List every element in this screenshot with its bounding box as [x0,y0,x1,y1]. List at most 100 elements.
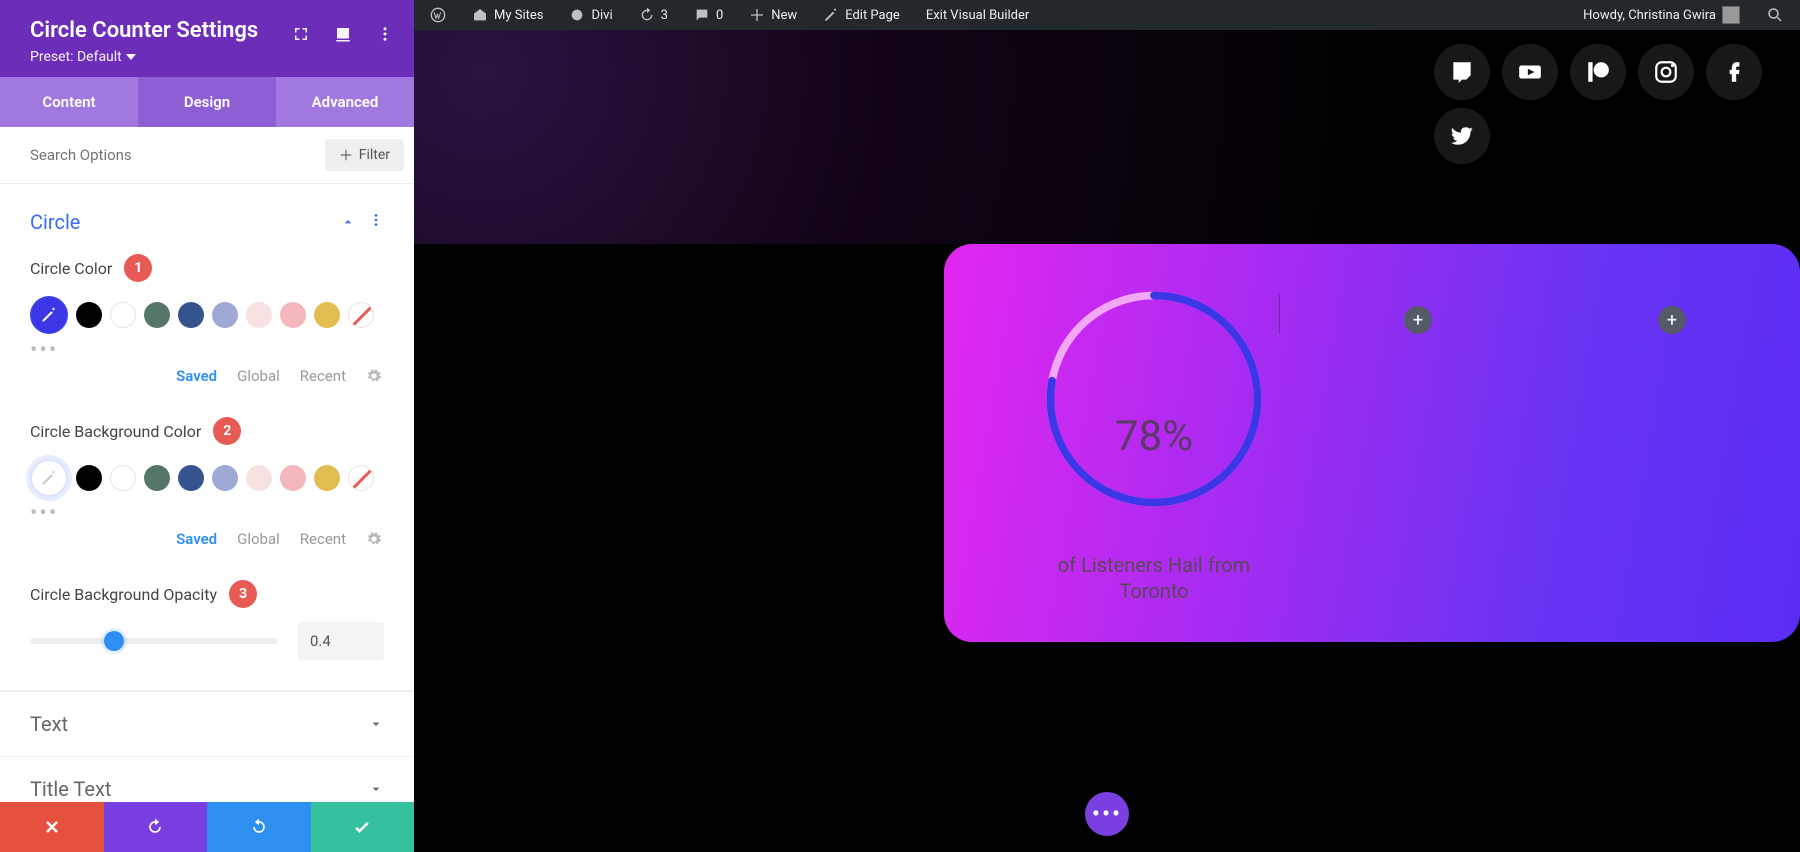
gradient-section: + + 78% of Listeners Hail from Toronto [944,244,1800,642]
settings-panel: Circle Counter Settings Preset: Default … [0,0,414,852]
palette-tabs-1: Saved Global Recent [30,367,384,385]
section-text-title: Text [30,712,368,736]
divi-fab-icon[interactable]: ••• [1085,792,1129,836]
search-icon[interactable] [1758,6,1792,24]
expand-icon[interactable] [292,25,310,47]
add-module-button[interactable]: + [1658,306,1686,334]
section-title-text-header[interactable]: Title Text [0,756,414,802]
swatch-none[interactable] [348,302,374,328]
filter-button[interactable]: Filter [325,139,404,171]
filter-label: Filter [359,147,390,163]
undo-button[interactable] [104,802,208,852]
color-picker-icon[interactable] [30,459,68,497]
divi-link[interactable]: Divi [561,7,620,23]
cancel-button[interactable] [0,802,104,852]
counter-percent: 78% [1034,412,1274,461]
circle-counter-svg [1039,284,1269,514]
circle-color-label: Circle Color [30,259,112,278]
palette-saved[interactable]: Saved [176,530,217,548]
add-module-button[interactable]: + [1404,306,1432,334]
palette-tabs-2: Saved Global Recent [30,530,384,548]
palette-recent[interactable]: Recent [300,367,346,385]
page-preview: + + 78% of Listeners Hail from Toronto •… [414,30,1800,852]
section-circle-header[interactable]: Circle [0,194,414,250]
section-text-header[interactable]: Text [0,691,414,756]
twitch-icon[interactable] [1434,44,1490,100]
circle-bg-color-group: Circle Background Color 2 ••• Saved Glob… [0,413,414,576]
badge-2: 2 [213,417,241,445]
swatch-navy[interactable] [178,465,204,491]
swatch-green[interactable] [144,302,170,328]
circle-bg-color-label: Circle Background Color [30,422,201,441]
circle-color-group: Circle Color 1 ••• Saved Global Recent [0,250,414,413]
instagram-icon[interactable] [1638,44,1694,100]
wp-admin-bar: My Sites Divi 3 0 New Edit Page Exit Vis… [414,0,1800,30]
preset-selector[interactable]: Preset: Default [30,49,384,65]
swatch-gold[interactable] [314,302,340,328]
youtube-icon[interactable] [1502,44,1558,100]
opacity-slider[interactable] [30,638,278,644]
search-input[interactable] [30,146,325,164]
opacity-value-input[interactable]: 0.4 [298,622,384,660]
wp-logo-icon[interactable] [422,7,454,23]
exit-vb-link[interactable]: Exit Visual Builder [918,8,1037,23]
patreon-icon[interactable] [1570,44,1626,100]
palette-global[interactable]: Global [237,530,280,548]
circle-counter-module[interactable]: 78% of Listeners Hail from Toronto [1034,284,1274,604]
circle-color-swatches [30,296,384,334]
updates-link[interactable]: 3 [631,7,676,23]
section-title-text-title: Title Text [30,777,368,801]
slider-thumb[interactable] [104,631,124,651]
circle-bg-opacity-label: Circle Background Opacity [30,585,217,604]
panel-footer-actions [0,802,414,852]
color-picker-icon[interactable] [30,296,68,334]
more-vert-icon[interactable] [376,25,394,47]
tab-content[interactable]: Content [0,77,138,127]
panel-tabs: Content Design Advanced [0,77,414,127]
palette-recent[interactable]: Recent [300,530,346,548]
swatch-white[interactable] [110,302,136,328]
swatch-pink-light[interactable] [246,465,272,491]
swatch-pink-light[interactable] [246,302,272,328]
tab-advanced[interactable]: Advanced [276,77,414,127]
badge-1: 1 [124,254,152,282]
panel-body: Circle Circle Color 1 ••• [0,184,414,802]
edit-page-link[interactable]: Edit Page [815,7,908,23]
panel-header: Circle Counter Settings Preset: Default [0,0,414,77]
tab-design[interactable]: Design [138,77,276,127]
responsive-icon[interactable] [334,25,352,47]
social-icons-row [1434,44,1762,100]
my-sites-link[interactable]: My Sites [464,7,551,23]
section-circle-title: Circle [30,210,340,234]
swatch-black[interactable] [76,465,102,491]
swatch-lavender[interactable] [212,302,238,328]
search-row: Filter [0,127,414,184]
save-button[interactable] [311,802,415,852]
palette-global[interactable]: Global [237,367,280,385]
column-separator [1279,294,1280,334]
swatch-green[interactable] [144,465,170,491]
howdy-user[interactable]: Howdy, Christina Gwira [1575,6,1748,24]
preset-label: Preset: Default [30,49,122,65]
new-link[interactable]: New [741,7,805,23]
palette-saved[interactable]: Saved [176,367,217,385]
swatch-none[interactable] [348,465,374,491]
gear-icon[interactable] [366,531,382,547]
section-options-icon[interactable] [368,212,384,232]
circle-bg-opacity-group: Circle Background Opacity 3 0.4 [0,576,414,670]
gear-icon[interactable] [366,368,382,384]
redo-button[interactable] [207,802,311,852]
swatch-gold[interactable] [314,465,340,491]
swatch-pink[interactable] [280,465,306,491]
swatch-lavender[interactable] [212,465,238,491]
facebook-icon[interactable] [1706,44,1762,100]
swatch-black[interactable] [76,302,102,328]
comments-link[interactable]: 0 [686,7,731,23]
twitter-icon[interactable] [1434,108,1490,164]
more-colors-icon[interactable]: ••• [30,338,384,363]
swatch-white[interactable] [110,465,136,491]
more-colors-icon[interactable]: ••• [30,501,384,526]
swatch-navy[interactable] [178,302,204,328]
badge-3: 3 [229,580,257,608]
swatch-pink[interactable] [280,302,306,328]
